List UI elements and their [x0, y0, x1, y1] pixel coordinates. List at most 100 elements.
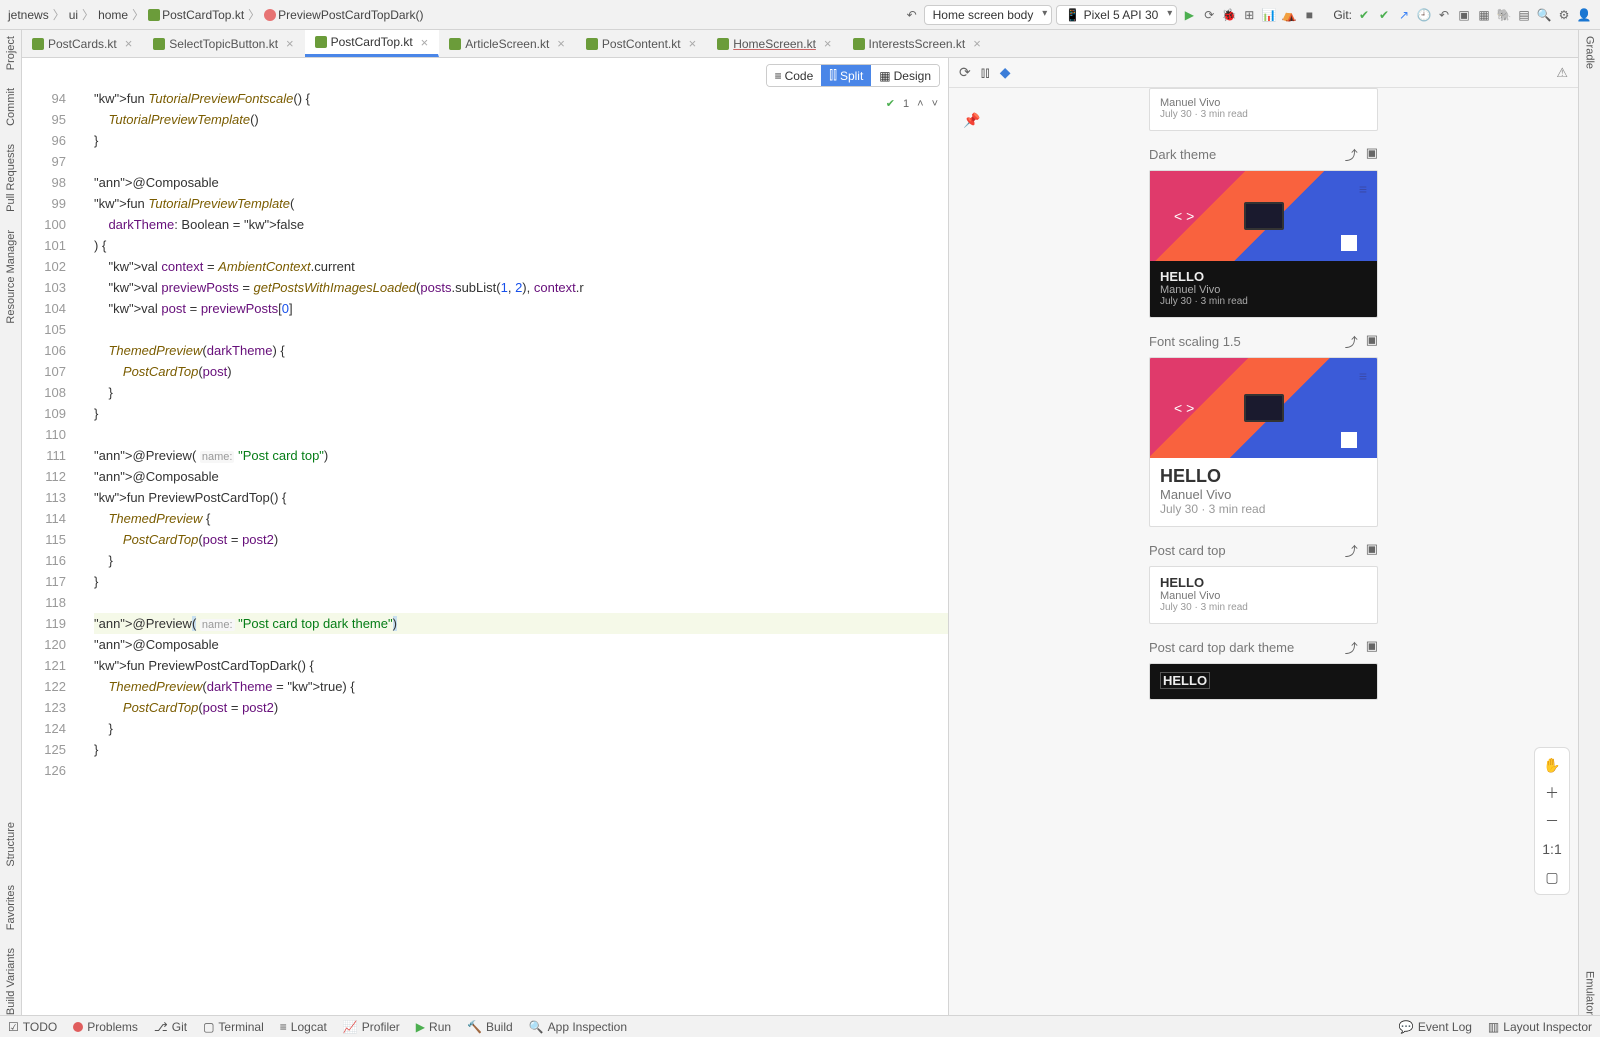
- warning-icon[interactable]: ⚠: [1556, 65, 1568, 81]
- animation-icon[interactable]: ▣: [1366, 638, 1378, 657]
- view-code[interactable]: ≡ Code: [767, 65, 822, 86]
- tool-problems[interactable]: Problems: [73, 1020, 138, 1034]
- tool-terminal[interactable]: ▢ Terminal: [203, 1020, 264, 1034]
- run-config-dropdown[interactable]: Home screen body: [924, 5, 1053, 25]
- tab-interestsscreen[interactable]: InterestsScreen.kt×: [843, 30, 992, 57]
- tool-resource-manager[interactable]: Resource Manager: [5, 230, 17, 324]
- inspection-widget[interactable]: ✔1 ˄ ˅: [886, 94, 938, 115]
- tool-project[interactable]: Project: [5, 36, 17, 70]
- tool-run[interactable]: ▶ Run: [416, 1020, 451, 1034]
- close-icon[interactable]: ×: [421, 35, 429, 50]
- tool-layout-inspector[interactable]: ▥ Layout Inspector: [1488, 1020, 1592, 1034]
- preview-label: Dark theme: [1149, 147, 1216, 162]
- attach-debugger-icon[interactable]: ⛺: [1281, 7, 1297, 23]
- tool-pull-requests[interactable]: Pull Requests: [5, 144, 17, 212]
- line-gutter[interactable]: 9495969798991001011021031041051061071081…: [22, 88, 76, 1015]
- view-design[interactable]: ▦ Design: [871, 65, 939, 86]
- deploy-icon[interactable]: ⤴: [1345, 145, 1358, 164]
- tool-profiler[interactable]: 📈 Profiler: [343, 1020, 400, 1034]
- tool-build-variants[interactable]: Build Variants: [5, 948, 17, 1015]
- preview-card[interactable]: Manuel Vivo July 30 · 3 min read: [1149, 88, 1378, 131]
- right-tool-strip: Gradle Emulator: [1578, 30, 1600, 1015]
- tool-git[interactable]: ⎇ Git: [154, 1020, 187, 1034]
- tool-gradle[interactable]: Gradle: [1584, 36, 1596, 69]
- tool-todo[interactable]: ☑ TODO: [8, 1020, 57, 1034]
- refresh-icon[interactable]: ⟳: [959, 64, 971, 81]
- stop-icon[interactable]: ■: [1301, 7, 1317, 23]
- tab-postcardtop[interactable]: PostCardTop.kt×: [305, 30, 440, 57]
- search-icon[interactable]: 🔍: [1536, 7, 1552, 23]
- sdk-manager-icon[interactable]: ▦: [1476, 7, 1492, 23]
- interactive-icon[interactable]: ⫾⫾: [981, 64, 990, 81]
- tool-structure[interactable]: Structure: [5, 822, 17, 867]
- animation-icon[interactable]: ▣: [1366, 332, 1378, 351]
- run-icon[interactable]: ▶: [1181, 7, 1197, 23]
- settings-icon[interactable]: ⚙: [1556, 7, 1572, 23]
- tab-selecttopicbutton[interactable]: SelectTopicButton.kt×: [143, 30, 304, 57]
- history-icon[interactable]: 🕘: [1416, 7, 1432, 23]
- coverage-icon[interactable]: ⊞: [1241, 7, 1257, 23]
- rollback-icon[interactable]: ↶: [1436, 7, 1452, 23]
- tab-articlescreen[interactable]: ArticleScreen.kt×: [439, 30, 576, 57]
- code-lines[interactable]: ✔1 ˄ ˅ "kw">fun TutorialPreviewFontscale…: [94, 88, 948, 1015]
- tool-event-log[interactable]: 💬 Event Log: [1399, 1020, 1472, 1034]
- breadcrumb[interactable]: jetnews〉 ui〉 home〉 PostCardTop.kt〉 Previ…: [8, 6, 424, 23]
- view-split[interactable]: ⫿⫿ Split: [821, 65, 871, 86]
- close-icon[interactable]: ×: [286, 36, 294, 51]
- preview-card-fontscale[interactable]: < >≡ HELLO Manuel Vivo July 30 · 3 min r…: [1149, 357, 1378, 527]
- animation-icon[interactable]: ▣: [1366, 541, 1378, 560]
- breadcrumb-item[interactable]: jetnews: [8, 8, 49, 22]
- breadcrumb-item[interactable]: PostCardTop.kt: [148, 8, 244, 22]
- debug-icon[interactable]: 🐞: [1221, 7, 1237, 23]
- zoom-in-icon[interactable]: ＋: [1541, 782, 1563, 804]
- deploy-icon[interactable]: ⤴: [1345, 332, 1358, 351]
- close-icon[interactable]: ×: [125, 36, 133, 51]
- breadcrumb-item[interactable]: PreviewPostCardTopDark(): [264, 8, 423, 22]
- zoom-fit-icon[interactable]: ▢: [1541, 866, 1563, 888]
- profile-icon[interactable]: 📊: [1261, 7, 1277, 23]
- tool-commit[interactable]: Commit: [5, 88, 17, 126]
- animation-icon[interactable]: ▣: [1366, 145, 1378, 164]
- layers-icon[interactable]: ◆: [1000, 64, 1011, 81]
- tool-app-inspection[interactable]: 🔍 App Inspection: [529, 1020, 627, 1034]
- zoom-ratio[interactable]: 1:1: [1541, 838, 1563, 860]
- tab-postcards[interactable]: PostCards.kt×: [22, 30, 143, 57]
- pan-icon[interactable]: ✋: [1541, 754, 1563, 776]
- tool-favorites[interactable]: Favorites: [5, 885, 17, 930]
- close-icon[interactable]: ×: [973, 36, 981, 51]
- git-push-icon[interactable]: ↗: [1396, 7, 1412, 23]
- preview-scroll[interactable]: 📌 Manuel Vivo July 30 · 3 min read Dark …: [949, 88, 1578, 1015]
- git-push-check-icon[interactable]: ✔: [1376, 7, 1392, 23]
- git-commit-icon[interactable]: ✔: [1356, 7, 1372, 23]
- deploy-icon[interactable]: ⤴: [1345, 638, 1358, 657]
- preview-card-dark-text[interactable]: HELLO: [1149, 663, 1378, 700]
- sync-gradle-icon[interactable]: 🐘: [1496, 7, 1512, 23]
- avatar-icon[interactable]: 👤: [1576, 7, 1592, 23]
- close-icon[interactable]: ×: [689, 36, 697, 51]
- preview-toolbar: ⟳ ⫾⫾ ◆ ⚠: [949, 58, 1578, 88]
- preview-card-dark[interactable]: < >≡ HELLO Manuel Vivo July 30 · 3 min r…: [1149, 170, 1378, 318]
- deploy-icon[interactable]: ⤴: [1345, 541, 1358, 560]
- device-dropdown[interactable]: 📱 Pixel 5 API 30: [1056, 5, 1177, 25]
- apply-changes-icon[interactable]: ⟳: [1201, 7, 1217, 23]
- tab-postcontent[interactable]: PostContent.kt×: [576, 30, 707, 57]
- tool-build[interactable]: 🔨 Build: [467, 1020, 513, 1034]
- close-icon[interactable]: ×: [824, 36, 832, 51]
- chevron-down-icon[interactable]: ˅: [932, 94, 938, 115]
- chevron-up-icon[interactable]: ˄: [917, 94, 923, 115]
- breadcrumb-item[interactable]: ui: [69, 8, 78, 22]
- tab-homescreen[interactable]: HomeScreen.kt×: [707, 30, 842, 57]
- close-icon[interactable]: ×: [557, 36, 565, 51]
- zoom-out-icon[interactable]: －: [1541, 810, 1563, 832]
- kotlin-file-icon: [586, 38, 598, 50]
- back-icon[interactable]: ↶: [904, 7, 920, 23]
- breadcrumb-item[interactable]: home: [98, 8, 128, 22]
- preview-label: Font scaling 1.5: [1149, 334, 1241, 349]
- code-editor[interactable]: ≡ Code ⫿⫿ Split ▦ Design 949596979899100…: [22, 58, 948, 1015]
- preview-card-light[interactable]: HELLO Manuel Vivo July 30 · 3 min read: [1149, 566, 1378, 624]
- project-structure-icon[interactable]: ▤: [1516, 7, 1532, 23]
- pin-icon[interactable]: 📌: [963, 112, 980, 129]
- avd-manager-icon[interactable]: ▣: [1456, 7, 1472, 23]
- tool-logcat[interactable]: ≡ Logcat: [280, 1020, 327, 1034]
- tool-emulator[interactable]: Emulator: [1584, 971, 1596, 1015]
